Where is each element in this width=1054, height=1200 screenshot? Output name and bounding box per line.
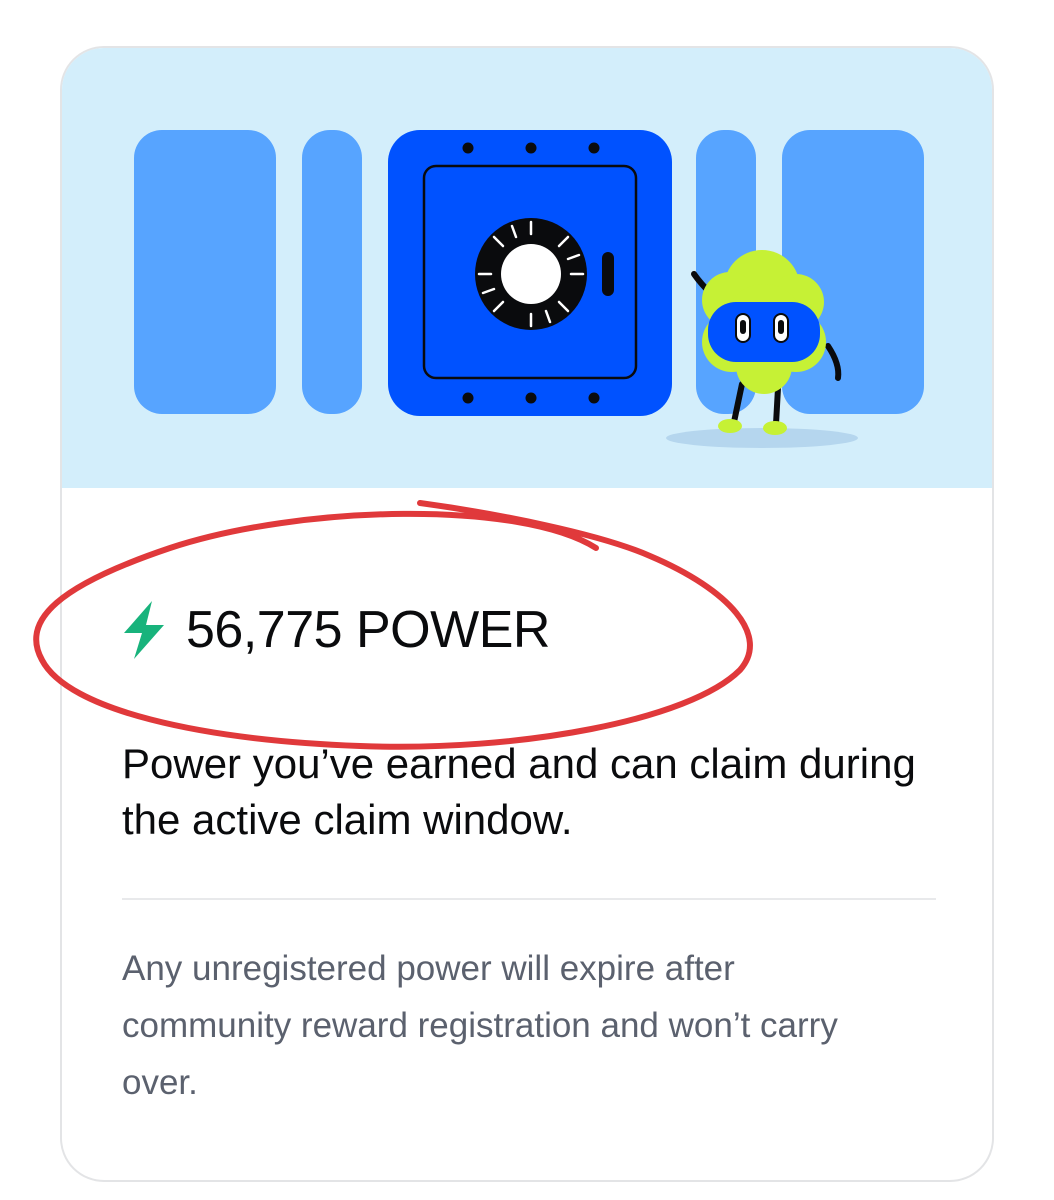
power-balance: 56,775 POWER [122, 594, 550, 666]
side-panel-left-outer [134, 130, 276, 414]
vault-safe-icon [388, 130, 672, 416]
page: 56,775 POWER Power you’ve earned and can… [0, 0, 1054, 1200]
lightning-bolt-icon [124, 601, 164, 659]
power-value: 56,775 POWER [186, 601, 550, 659]
ground-shadow [666, 428, 858, 448]
power-description: Power you’ve earned and can claim during… [122, 740, 916, 843]
expiry-note: Any unregistered power will expire after… [122, 949, 838, 1102]
side-panel-right-outer [782, 130, 924, 414]
power-card: 56,775 POWER Power you’ve earned and can… [60, 46, 994, 1182]
side-panel-left-inner [302, 130, 362, 414]
vault-illustration [134, 130, 924, 448]
divider [122, 898, 936, 900]
hero-illustration [62, 48, 992, 488]
